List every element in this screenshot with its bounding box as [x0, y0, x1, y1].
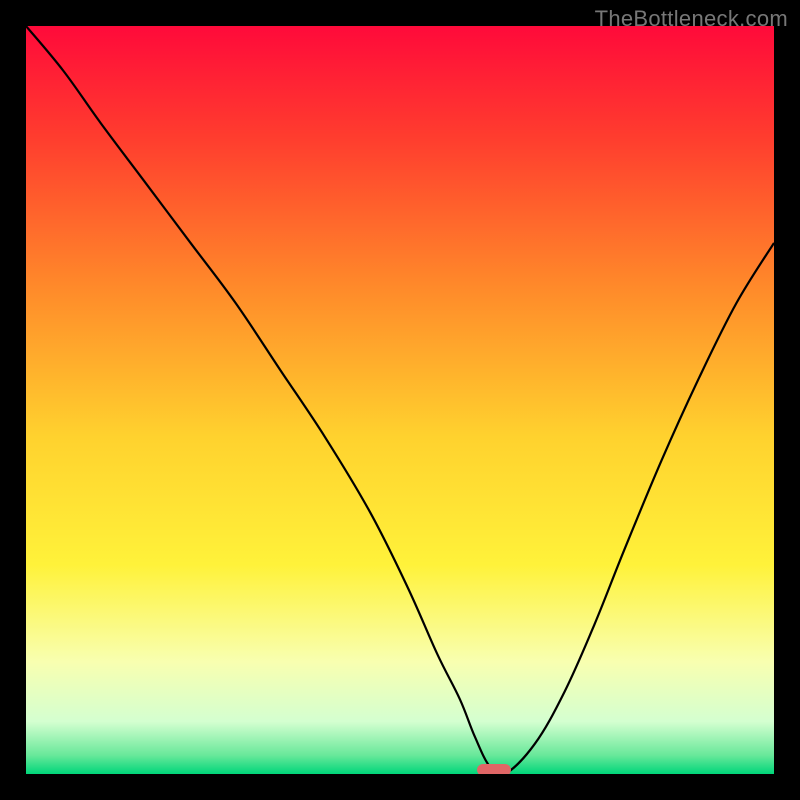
watermark-text: TheBottleneck.com — [595, 6, 788, 32]
bottleneck-curve — [26, 26, 774, 774]
chart-frame: TheBottleneck.com — [0, 0, 800, 800]
plot-area — [26, 26, 774, 774]
optimal-marker — [477, 764, 511, 774]
